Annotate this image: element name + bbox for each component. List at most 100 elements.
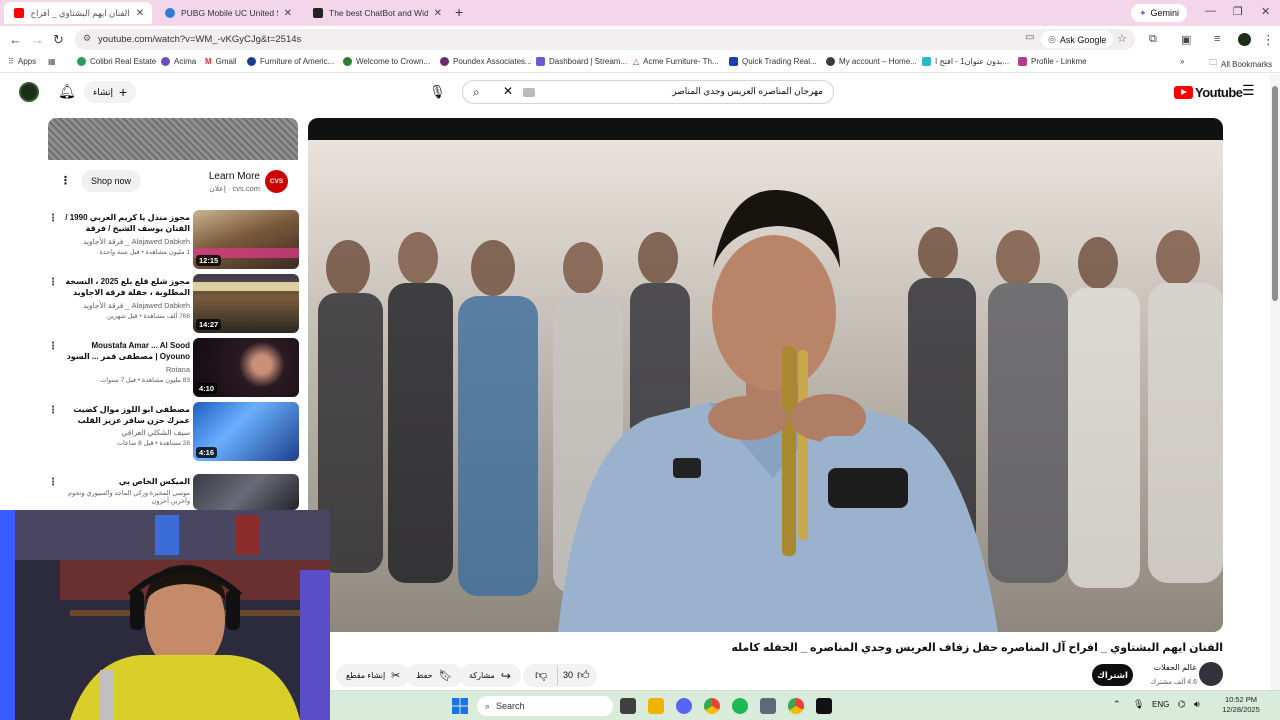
- youtube-logo[interactable]: Youtube: [1174, 85, 1243, 100]
- back-button[interactable]: ←: [9, 32, 22, 47]
- search-input[interactable]: مهرجان المناصره العريس وجدي المناصر: [672, 86, 823, 97]
- recommended-video[interactable]: ⋮ مصطفى ابو اللوز موال كضيت عمرك حزن ساف…: [48, 402, 300, 462]
- bookmark-linkme[interactable]: Profile - Linkme: [1018, 57, 1087, 66]
- bookmark-furniture-america[interactable]: Furniture of Americ...: [247, 57, 334, 66]
- video-title[interactable]: مجوز منذل يا كريم العربي 1990 / الفنان ي…: [62, 212, 190, 235]
- tab-youtube[interactable]: الفنان ايهم البشتاوي _ افراح آل المناصره…: [4, 2, 152, 24]
- discord-icon[interactable]: [676, 698, 692, 714]
- taskbar-clock[interactable]: 10:52 PM 12/28/2025: [1206, 695, 1276, 715]
- video-thumbnail[interactable]: 4:10: [193, 338, 299, 397]
- share-button[interactable]: مشاركة ↪: [459, 664, 521, 687]
- media-control-icon[interactable]: ≡: [1214, 33, 1220, 45]
- search-icon[interactable]: ⌕: [473, 85, 480, 100]
- profile-avatar[interactable]: [1238, 33, 1251, 46]
- chrome-icon[interactable]: [704, 698, 720, 714]
- like-icon[interactable]: 👍︎: [577, 668, 590, 683]
- more-options-icon[interactable]: ⋮: [48, 341, 58, 352]
- language-indicator[interactable]: ENG: [1152, 700, 1169, 709]
- restore-button[interactable]: ❐: [1233, 5, 1243, 18]
- tab-search-icon[interactable]: ▣: [1181, 33, 1191, 46]
- channel-name[interactable]: Rotana: [62, 365, 190, 374]
- chrome-active-icon[interactable]: [788, 698, 804, 714]
- site-info-icon[interactable]: ⚙: [83, 33, 91, 44]
- notifications-bell-icon[interactable]: 🔔︎: [58, 83, 76, 100]
- scrollbar-thumb[interactable]: [1272, 86, 1278, 301]
- app-icon[interactable]: [760, 698, 776, 714]
- channel-name[interactable]: سيف الشكلي العراقي: [62, 428, 190, 437]
- dislike-icon[interactable]: 👎︎: [535, 668, 547, 683]
- bookmark-quick-trading[interactable]: Quick Trading Real...: [729, 57, 817, 66]
- bookmark-star-icon[interactable]: ☆: [1117, 32, 1127, 45]
- close-icon[interactable]: ✕: [284, 8, 292, 19]
- obs-icon[interactable]: [816, 698, 832, 714]
- taskbar-search[interactable]: ⌕ Search: [477, 696, 613, 716]
- bookmarks-overflow-icon[interactable]: »: [1180, 57, 1184, 66]
- close-icon[interactable]: ✕: [136, 8, 144, 19]
- bookmark-untitled[interactable]: بدون عنوان1 - افتح ا...: [922, 57, 1009, 66]
- bookmark-gmail[interactable]: M Gmail: [205, 57, 237, 66]
- clip-button[interactable]: إنشاء مقطع ✂: [336, 664, 411, 687]
- windows-start-icon[interactable]: [452, 698, 468, 714]
- video-title[interactable]: Moustafa Amar ... Al Sood Oyouno | مصطفى…: [62, 340, 190, 363]
- bookmark-grid[interactable]: ▦: [48, 57, 56, 66]
- new-tab-button[interactable]: +: [455, 4, 463, 20]
- channel-name[interactable]: موسى المحبرة وزكي الماجد والسيوري ونجوم …: [62, 489, 190, 505]
- window-close-button[interactable]: ✕: [1261, 5, 1270, 18]
- task-view-icon[interactable]: [620, 698, 636, 714]
- account-avatar[interactable]: [19, 82, 39, 102]
- bookmark-apps[interactable]: ⠿ Apps: [8, 57, 36, 66]
- video-thumbnail[interactable]: 4:16: [193, 402, 299, 461]
- channel-name[interactable]: Alajawed Dabkeh _ فرقة الأجاويد: [62, 237, 190, 246]
- browser-menu-icon[interactable]: ⋮: [1262, 32, 1275, 48]
- video-title[interactable]: الميكس الخاص بي: [62, 476, 190, 487]
- recommended-video[interactable]: ⋮ Moustafa Amar ... Al Sood Oyouno | مصط…: [48, 338, 300, 398]
- more-options-icon[interactable]: ⋮: [48, 405, 58, 416]
- video-thumbnail[interactable]: [193, 474, 299, 510]
- close-icon[interactable]: ✕: [434, 8, 442, 19]
- subscribe-button[interactable]: اشتراك: [1092, 664, 1133, 686]
- cvs-logo-icon[interactable]: CVS: [265, 170, 288, 193]
- spotify-icon[interactable]: [732, 698, 748, 714]
- guide-menu-icon[interactable]: ☰: [1242, 82, 1255, 99]
- reload-button[interactable]: ↻: [53, 32, 64, 48]
- bookmark-my-account[interactable]: My account – Home...: [826, 57, 917, 66]
- tray-overflow-icon[interactable]: ⌃: [1113, 699, 1121, 710]
- video-title[interactable]: مجوز شلع قلع بلع 2025 ، النسخة المطلوبة …: [62, 276, 190, 299]
- bookmark-crown[interactable]: Welcome to Crown...: [343, 57, 430, 66]
- microphone-tray-icon[interactable]: 🎙︎: [1133, 699, 1144, 710]
- ad-learn-more[interactable]: Learn More: [188, 171, 260, 182]
- tab-pubg[interactable]: PUBG Mobile UC United States ✕: [155, 2, 300, 24]
- sponsored-ad[interactable]: ⋮ Shop now Learn More إعلان · cvs.com CV…: [48, 118, 298, 200]
- create-button[interactable]: إنشاء +: [84, 81, 137, 103]
- more-options-icon[interactable]: ⋮: [48, 213, 58, 224]
- minimize-button[interactable]: —: [1205, 5, 1216, 17]
- voice-search-mic-icon[interactable]: 🎙︎: [429, 84, 446, 100]
- tab-chatbot[interactable]: The best ChatBot and Widgets ✕: [303, 2, 450, 24]
- channel-avatar[interactable]: [1199, 662, 1223, 686]
- video-thumbnail[interactable]: 14:27: [193, 274, 299, 333]
- address-bar[interactable]: ⚙ youtube.com/watch?v=WM_-vKGyCJg&t=2514…: [75, 29, 1135, 50]
- save-button[interactable]: حفظ 🔖︎: [406, 664, 463, 687]
- ask-google-button[interactable]: ◎ Ask Google: [1041, 31, 1114, 48]
- channel-name[interactable]: عالم الحفلات: [1145, 663, 1197, 672]
- more-options-icon[interactable]: ⋮: [48, 277, 58, 288]
- cast-icon[interactable]: ▭: [1025, 32, 1034, 43]
- video-title[interactable]: مصطفى ابو اللوز موال كضيت عمرك حزن سافر …: [62, 404, 190, 426]
- clear-search-icon[interactable]: ✕: [503, 84, 513, 98]
- all-bookmarks[interactable]: 🗀 All Bookmarks: [1209, 57, 1272, 71]
- bookmark-acme[interactable]: △ Acme Furniture- Th...: [633, 57, 719, 66]
- bookmark-poundex[interactable]: Poundex Associates...: [440, 57, 532, 66]
- ad-banner-image[interactable]: [48, 118, 298, 160]
- page-scrollbar[interactable]: [1270, 74, 1280, 690]
- bookmark-colibri[interactable]: Colibri Real Estate: [77, 57, 156, 66]
- forward-button[interactable]: →: [31, 32, 44, 47]
- file-explorer-icon[interactable]: [648, 698, 664, 714]
- extensions-icon[interactable]: ⧉: [1149, 33, 1157, 46]
- channel-name[interactable]: Alajawed Dabkeh _ فرقة الأجاويد: [62, 301, 190, 310]
- bookmark-dashboard[interactable]: Dashboard | Stream...: [536, 57, 627, 66]
- search-box[interactable]: ⌕ ✕ مهرجان المناصره العريس وجدي المناصر: [462, 80, 834, 104]
- video-thumbnail[interactable]: 12:15: [193, 210, 299, 269]
- video-player[interactable]: [308, 118, 1223, 632]
- keyboard-icon[interactable]: [523, 88, 535, 97]
- more-options-icon[interactable]: ⋮: [48, 477, 58, 488]
